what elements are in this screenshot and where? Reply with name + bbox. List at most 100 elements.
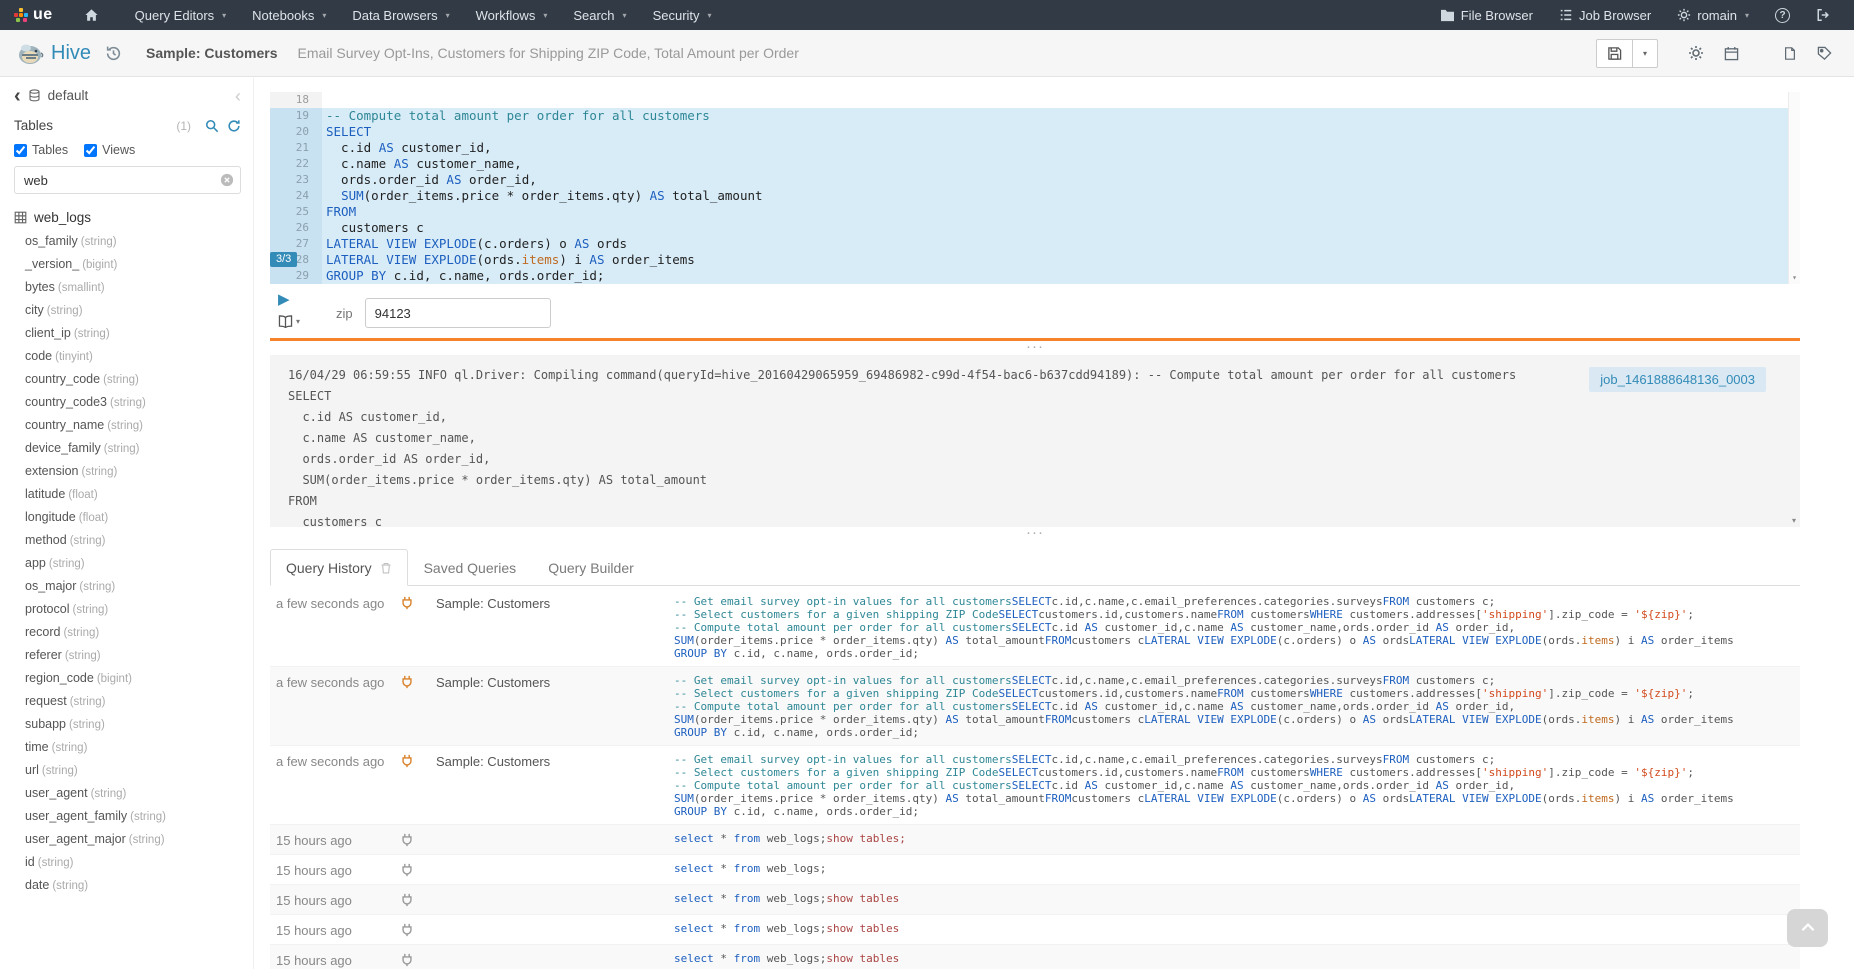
column-item[interactable]: app(string) bbox=[25, 552, 241, 575]
column-item[interactable]: region_code(bigint) bbox=[25, 667, 241, 690]
history-row[interactable]: 15 hours ago select * from web_logs; bbox=[270, 855, 1800, 885]
column-item[interactable]: time(string) bbox=[25, 736, 241, 759]
tab[interactable]: Saved Queries bbox=[408, 549, 533, 586]
column-item[interactable]: bytes(smallint) bbox=[25, 276, 241, 299]
plug-icon bbox=[400, 952, 436, 967]
history-row[interactable]: a few seconds ago Sample: Customers -- G… bbox=[270, 588, 1800, 667]
history-sql: select * from web_logs; bbox=[674, 862, 1800, 875]
column-item[interactable]: record(string) bbox=[25, 621, 241, 644]
column-item[interactable]: referer(string) bbox=[25, 644, 241, 667]
table-item[interactable]: web_logs bbox=[14, 210, 241, 225]
user-gear-icon bbox=[1677, 8, 1691, 22]
query-history-icon[interactable] bbox=[105, 45, 122, 62]
scroll-to-top-button[interactable] bbox=[1787, 909, 1828, 947]
tables-checkbox[interactable] bbox=[14, 144, 27, 157]
column-item[interactable]: user_agent(string) bbox=[25, 782, 241, 805]
tags-button[interactable] bbox=[1813, 42, 1836, 65]
column-item[interactable]: latitude(float) bbox=[25, 483, 241, 506]
help-button[interactable]: ? bbox=[1762, 0, 1803, 30]
home-icon bbox=[84, 8, 99, 22]
column-item[interactable]: id(string) bbox=[25, 851, 241, 874]
filter-views[interactable]: Views bbox=[84, 143, 135, 157]
column-item[interactable]: city(string) bbox=[25, 299, 241, 322]
history-row[interactable]: 15 hours ago select * from web_logs;show… bbox=[270, 825, 1800, 855]
nav-menu-item[interactable]: Data Browsers ▾ bbox=[339, 0, 462, 30]
views-checkbox[interactable] bbox=[84, 144, 97, 157]
job-browser-link[interactable]: Job Browser bbox=[1546, 0, 1664, 30]
column-item[interactable]: code(tinyint) bbox=[25, 345, 241, 368]
hue-logo-icon bbox=[14, 8, 29, 23]
column-item[interactable]: longitude(float) bbox=[25, 506, 241, 529]
search-icon[interactable] bbox=[205, 119, 219, 133]
logout-button[interactable] bbox=[1803, 0, 1844, 30]
column-item[interactable]: url(string) bbox=[25, 759, 241, 782]
plug-icon bbox=[400, 922, 436, 937]
column-item[interactable]: country_name(string) bbox=[25, 414, 241, 437]
file-browser-link[interactable]: File Browser bbox=[1427, 0, 1546, 30]
history-name bbox=[436, 892, 674, 893]
column-item[interactable]: user_agent_major(string) bbox=[25, 828, 241, 851]
history-row[interactable]: a few seconds ago Sample: Customers -- G… bbox=[270, 746, 1800, 825]
scroll-down-icon[interactable]: ▾ bbox=[1788, 515, 1800, 527]
history-sql: select * from web_logs;show tables bbox=[674, 892, 1800, 905]
tables-label: Tables bbox=[14, 118, 53, 133]
editor-scrollbar[interactable]: ▾ bbox=[1788, 92, 1800, 284]
save-button-group: ▾ bbox=[1596, 39, 1658, 68]
history-row[interactable]: 15 hours ago select * from web_logs;show… bbox=[270, 945, 1800, 969]
resize-handle[interactable]: ··· bbox=[270, 527, 1800, 539]
nav-menu-item[interactable]: Security ▾ bbox=[640, 0, 725, 30]
column-item[interactable]: protocol(string) bbox=[25, 598, 241, 621]
code-line: 27 LATERAL VIEW EXPLODE(c.orders) o AS o… bbox=[270, 236, 1800, 252]
table-search-input[interactable] bbox=[14, 166, 241, 194]
tab[interactable]: Query History bbox=[270, 549, 408, 586]
execute-button[interactable]: ▶ bbox=[278, 290, 300, 308]
filter-tables[interactable]: Tables bbox=[14, 143, 68, 157]
schedule-button[interactable] bbox=[1720, 42, 1743, 65]
resize-handle[interactable]: ··· bbox=[270, 341, 1800, 353]
column-item[interactable]: method(string) bbox=[25, 529, 241, 552]
history-time: 15 hours ago bbox=[270, 862, 400, 878]
save-dropdown-button[interactable]: ▾ bbox=[1632, 40, 1657, 67]
collapse-panel-icon[interactable]: ‹ bbox=[235, 90, 241, 102]
column-item[interactable]: user_agent_family(string) bbox=[25, 805, 241, 828]
nav-menu-item[interactable]: Notebooks ▾ bbox=[239, 0, 339, 30]
database-name[interactable]: default bbox=[48, 88, 89, 103]
column-item[interactable]: os_major(string) bbox=[25, 575, 241, 598]
code-editor[interactable]: 18 19 -- Compute total amount per order … bbox=[270, 92, 1800, 284]
column-item[interactable]: extension(string) bbox=[25, 460, 241, 483]
new-query-button[interactable] bbox=[1779, 42, 1801, 65]
job-link[interactable]: job_1461888648136_0003 bbox=[1589, 367, 1766, 392]
nav-menu-item[interactable]: Query Editors ▾ bbox=[122, 0, 240, 30]
line-number: 19 bbox=[270, 108, 322, 124]
log-scrollbar[interactable]: ▾ bbox=[1788, 355, 1800, 527]
clear-search-icon[interactable] bbox=[220, 173, 234, 187]
nav-menu-item[interactable]: Search ▾ bbox=[560, 0, 639, 30]
hue-logo[interactable]: ue bbox=[12, 0, 65, 30]
app-name[interactable]: Hive bbox=[51, 42, 91, 65]
history-row[interactable]: 15 hours ago select * from web_logs;show… bbox=[270, 885, 1800, 915]
column-item[interactable]: device_family(string) bbox=[25, 437, 241, 460]
column-item[interactable]: subapp(string) bbox=[25, 713, 241, 736]
history-row[interactable]: 15 hours ago select * from web_logs;show… bbox=[270, 915, 1800, 945]
column-item[interactable]: country_code(string) bbox=[25, 368, 241, 391]
column-item[interactable]: _version_(bigint) bbox=[25, 253, 241, 276]
settings-button[interactable] bbox=[1684, 41, 1708, 65]
user-menu[interactable]: romain ▾ bbox=[1664, 0, 1762, 30]
variable-input[interactable] bbox=[365, 298, 551, 328]
column-item[interactable]: country_code3(string) bbox=[25, 391, 241, 414]
clear-history-icon[interactable] bbox=[380, 562, 392, 574]
home-button[interactable] bbox=[71, 0, 112, 30]
tab[interactable]: Query Builder bbox=[532, 549, 650, 586]
refresh-icon[interactable] bbox=[227, 119, 241, 133]
scroll-down-icon[interactable]: ▾ bbox=[1789, 272, 1800, 284]
save-button[interactable] bbox=[1597, 40, 1632, 67]
history-row[interactable]: a few seconds ago Sample: Customers -- G… bbox=[270, 667, 1800, 746]
column-item[interactable]: os_family(string) bbox=[25, 230, 241, 253]
reference-button[interactable]: ▾ bbox=[278, 315, 322, 328]
column-item[interactable]: client_ip(string) bbox=[25, 322, 241, 345]
column-item[interactable]: request(string) bbox=[25, 690, 241, 713]
column-item[interactable]: date(string) bbox=[25, 874, 241, 897]
query-description: Email Survey Opt-Ins, Customers for Ship… bbox=[298, 45, 799, 61]
back-icon[interactable]: ‹ bbox=[14, 89, 21, 103]
nav-menu-item[interactable]: Workflows ▾ bbox=[463, 0, 561, 30]
